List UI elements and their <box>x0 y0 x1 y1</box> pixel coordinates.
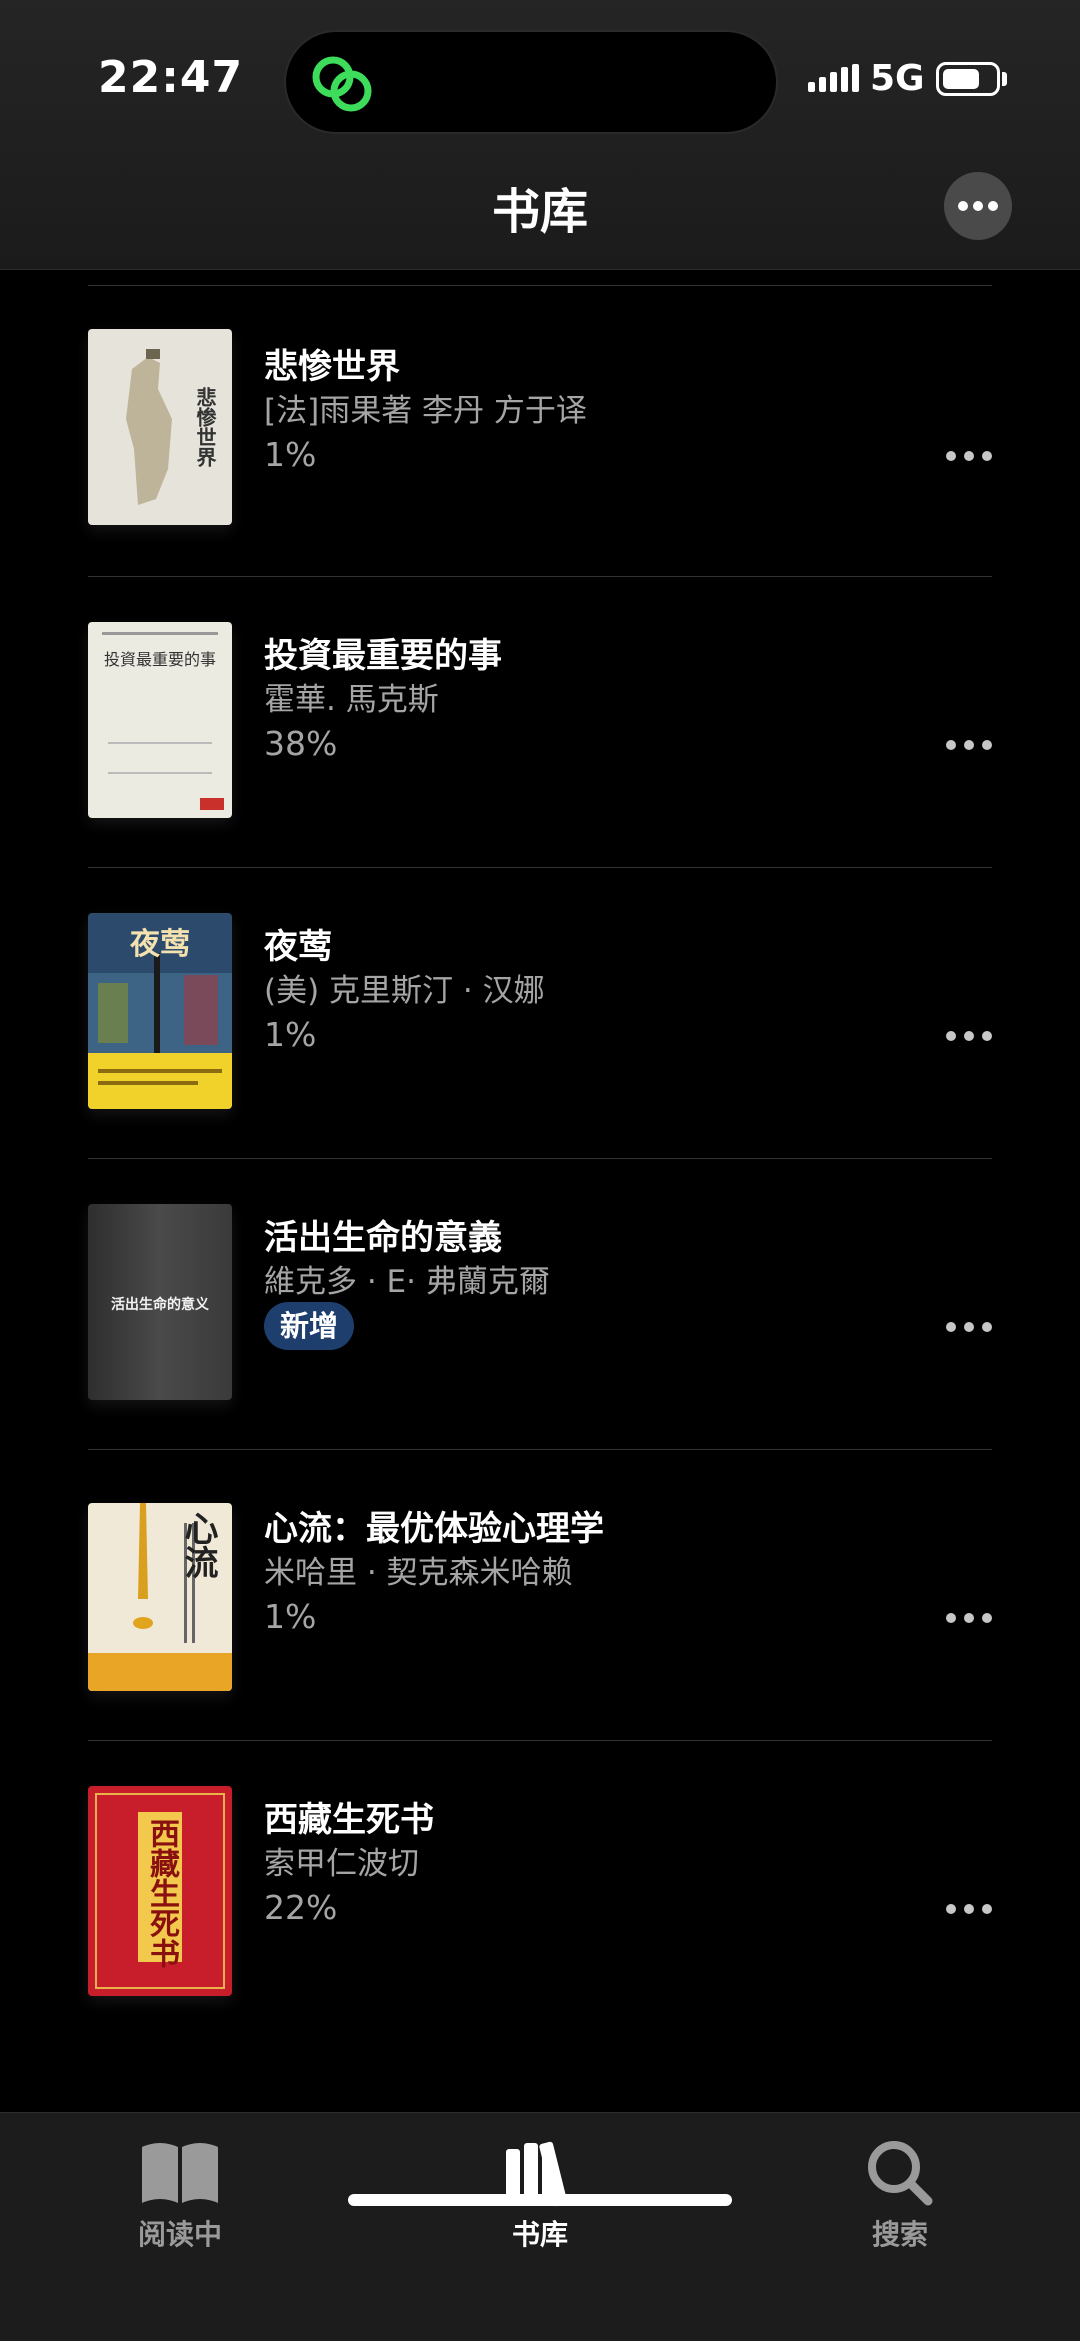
home-indicator[interactable] <box>348 2194 732 2206</box>
top-bar: 22:47 5G 书库 <box>0 0 1080 270</box>
book-row[interactable]: 活出生命的意义 活出生命的意義 維克多 · E· 弗蘭克爾 新增 <box>0 1158 1080 1448</box>
book-row[interactable]: 夜莺 夜莺 (美) 克里斯汀 · 汉娜 1% <box>0 867 1080 1157</box>
book-row[interactable]: 心流 心流：最优体验心理学 米哈里 · 契克森米哈赖 1% <box>0 1449 1080 1739</box>
book-progress: 1% <box>264 1015 317 1054</box>
book-progress: 1% <box>264 1597 317 1636</box>
book-author: [法]雨果著 李丹 方于译 <box>264 393 587 429</box>
signal-icon <box>808 64 859 92</box>
book-author: 索甲仁波切 <box>264 1846 419 1882</box>
new-badge: 新增 <box>264 1302 355 1350</box>
book-title: 投資最重要的事 <box>264 636 502 676</box>
search-icon <box>868 2141 933 2206</box>
book-more-button[interactable] <box>944 1902 994 1916</box>
book-row[interactable]: 西藏生死书 西藏生死书 索甲仁波切 22% <box>0 1740 1080 2030</box>
network-type: 5G <box>870 58 925 99</box>
tab-bar: 阅读中 书库 搜索 <box>0 2112 1080 2341</box>
book-more-button[interactable] <box>944 449 994 463</box>
book-progress: 38% <box>264 724 338 763</box>
book-row[interactable]: 悲惨世界 悲惨世界 [法]雨果著 李丹 方于译 1% <box>0 285 1080 575</box>
book-title: 活出生命的意義 <box>264 1218 502 1258</box>
dynamic-island[interactable] <box>284 30 778 134</box>
book-cover[interactable]: 心流 <box>88 1503 232 1691</box>
book-title: 夜莺 <box>264 927 332 967</box>
book-progress: 22% <box>264 1888 338 1927</box>
book-cover[interactable]: 西藏生死书 <box>88 1786 232 1996</box>
book-row[interactable]: 投資最重要的事 投資最重要的事 霍華. 馬克斯 38% <box>0 576 1080 866</box>
book-cover[interactable]: 活出生命的意义 <box>88 1204 232 1400</box>
book-more-button[interactable] <box>944 1320 994 1334</box>
book-cover[interactable]: 夜莺 <box>88 913 232 1109</box>
book-title: 悲惨世界 <box>264 347 400 387</box>
book-title: 西藏生死书 <box>264 1800 434 1840</box>
book-cover[interactable]: 悲惨世界 <box>88 329 232 525</box>
book-cover[interactable]: 投資最重要的事 <box>88 622 232 818</box>
book-author: (美) 克里斯汀 · 汉娜 <box>264 973 545 1009</box>
book-more-button[interactable] <box>944 738 994 752</box>
battery-icon <box>936 62 1000 96</box>
tab-library[interactable]: 书库 <box>440 2113 640 2253</box>
header-more-button[interactable] <box>944 172 1012 240</box>
tab-search[interactable]: 搜索 <box>800 2113 1000 2253</box>
book-more-button[interactable] <box>944 1029 994 1043</box>
book-author: 霍華. 馬克斯 <box>264 682 439 718</box>
book-author: 維克多 · E· 弗蘭克爾 <box>264 1264 550 1300</box>
book-list[interactable]: 悲惨世界 悲惨世界 [法]雨果著 李丹 方于译 1% 投資最重要的事 投資最重要… <box>0 270 1080 2112</box>
status-time: 22:47 <box>98 52 244 103</box>
screen: 22:47 5G 书库 悲惨世界 悲惨世界 [法]雨果著 李丹 方于译 1% 投… <box>0 0 1080 2341</box>
book-title: 心流：最优体验心理学 <box>264 1509 604 1549</box>
link-rings-icon <box>312 56 372 112</box>
book-author: 米哈里 · 契克森米哈赖 <box>264 1555 573 1591</box>
open-book-icon <box>142 2143 218 2203</box>
tab-reading[interactable]: 阅读中 <box>80 2113 280 2253</box>
page-title: 书库 <box>491 184 588 240</box>
book-progress: 1% <box>264 435 317 474</box>
book-more-button[interactable] <box>944 1611 994 1625</box>
